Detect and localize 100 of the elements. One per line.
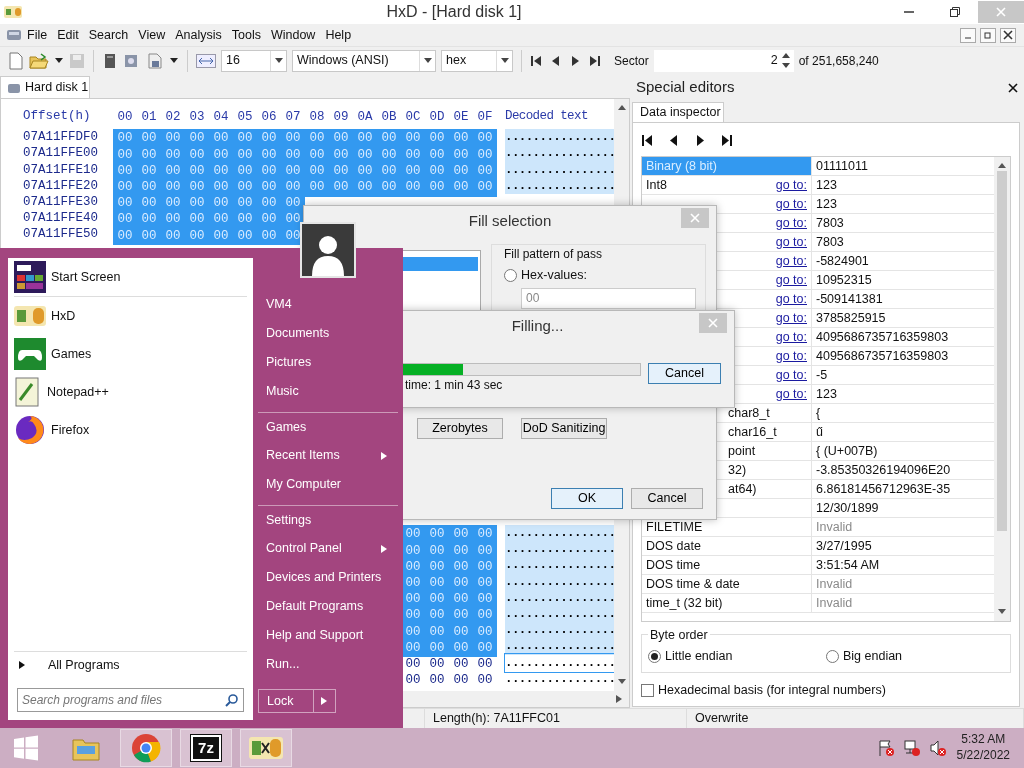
taskbar-app-button[interactable]: 7z: [180, 729, 232, 767]
user-avatar[interactable]: [300, 222, 356, 278]
first-icon[interactable]: [641, 133, 655, 148]
hex-byte[interactable]: 00: [425, 671, 449, 690]
lock-options-button[interactable]: [314, 689, 336, 713]
network-icon[interactable]: [902, 739, 921, 757]
hex-byte[interactable]: 00: [329, 178, 353, 197]
last-icon[interactable]: [719, 133, 733, 148]
preset-button[interactable]: Zerobytes: [417, 418, 503, 439]
vertical-scrollbar[interactable]: [994, 157, 1010, 621]
go-to-link[interactable]: go to:: [775, 365, 807, 385]
start-menu-item[interactable]: Run...: [258, 650, 398, 679]
flag-warning-icon[interactable]: [876, 739, 895, 757]
go-to-link[interactable]: go to:: [775, 251, 807, 271]
program-item[interactable]: Games: [8, 335, 253, 373]
ok-button[interactable]: OK: [551, 488, 623, 509]
speaker-muted-icon[interactable]: [928, 739, 947, 757]
radio-button[interactable]: [504, 268, 517, 282]
decoded-text: ................: [505, 606, 616, 624]
start-menu-item[interactable]: Games: [258, 412, 398, 441]
offset-label: 07A11FFE30: [23, 194, 98, 209]
panel-tab[interactable]: Data inspector: [632, 102, 724, 122]
hex-byte[interactable]: 00: [449, 178, 473, 197]
mdi-minimize-button[interactable]: [960, 27, 976, 43]
close-icon: [996, 7, 1006, 17]
hex-byte[interactable]: 00: [305, 178, 329, 197]
hex-byte[interactable]: 00: [353, 178, 377, 197]
program-item[interactable]: Firefox: [8, 411, 253, 449]
start-menu-item[interactable]: VM4: [258, 290, 398, 319]
go-to-link[interactable]: go to:: [775, 308, 807, 328]
menu-item[interactable]: View: [133, 25, 171, 45]
last-icon[interactable]: [587, 53, 601, 68]
open-folder-icon[interactable]: [29, 51, 49, 70]
radio-button[interactable]: [648, 649, 661, 663]
program-item[interactable]: HxD: [8, 297, 253, 335]
cancel-button[interactable]: Cancel: [631, 488, 703, 509]
clock[interactable]: 5:32 AM 5/22/2022: [956, 732, 1010, 764]
start-menu-item[interactable]: Music: [258, 377, 398, 406]
menu-item[interactable]: Search: [83, 25, 134, 45]
first-icon[interactable]: [530, 53, 544, 68]
hex-byte[interactable]: 00: [401, 671, 425, 690]
document-tab[interactable]: Hard disk 1: [0, 76, 90, 99]
radio-label: Little endian: [665, 648, 733, 665]
field-value: 7803: [816, 214, 844, 232]
charset-dropdown[interactable]: Windows (ANSI): [292, 49, 436, 72]
go-to-link[interactable]: go to:: [775, 289, 807, 309]
all-programs-item[interactable]: All Programs: [8, 652, 253, 678]
go-to-link[interactable]: go to:: [775, 213, 807, 233]
menu-item[interactable]: Analysis: [170, 25, 227, 45]
start-menu-item[interactable]: Recent Items: [258, 441, 398, 470]
cancel-button[interactable]: Cancel: [648, 363, 721, 384]
radio-button[interactable]: [826, 649, 839, 663]
menu-item[interactable]: Tools: [226, 25, 266, 45]
field-label: char16_t: [728, 423, 777, 441]
offset-base-dropdown[interactable]: hex: [441, 49, 513, 72]
start-menu-item[interactable]: My Computer: [258, 470, 398, 499]
offset-label: 07A11FFE20: [23, 178, 98, 193]
program-item[interactable]: Notepad++: [8, 373, 253, 411]
new-file-icon[interactable]: [8, 51, 24, 70]
bytes-per-row-dropdown[interactable]: 16: [221, 49, 287, 72]
app-icon: [249, 735, 283, 761]
menu-item[interactable]: Help: [320, 25, 357, 45]
start-menu-item[interactable]: Settings: [258, 505, 398, 534]
start-menu-item[interactable]: Documents: [258, 319, 398, 348]
program-item[interactable]: Start Screen: [8, 258, 253, 296]
selected-row-highlight[interactable]: Binary (8 bit): [642, 157, 812, 175]
preset-button[interactable]: DoD Sanitizing: [521, 418, 607, 439]
go-to-link[interactable]: go to:: [775, 232, 807, 252]
hex-byte[interactable]: 00: [449, 671, 473, 690]
menu-item[interactable]: Window: [265, 25, 321, 45]
start-menu-item[interactable]: Control Panel: [258, 534, 398, 563]
mdi-close-button[interactable]: [1000, 27, 1016, 43]
column-header: 0E: [453, 109, 469, 127]
remaining-time-text: time: 1 min 43 sec: [405, 378, 503, 392]
column-header: Offset(h): [23, 108, 91, 123]
checkbox[interactable]: [641, 683, 654, 697]
go-to-link[interactable]: go to:: [775, 194, 807, 214]
start-menu-item[interactable]: Devices and Printers: [258, 563, 398, 592]
taskbar-app-button[interactable]: [120, 729, 172, 767]
go-to-link[interactable]: go to:: [775, 346, 807, 366]
go-to-link[interactable]: go to:: [775, 384, 807, 404]
hex-byte[interactable]: 00: [425, 178, 449, 197]
start-menu-item[interactable]: Default Programs: [258, 592, 398, 621]
menu-item[interactable]: File: [22, 25, 53, 45]
sector-spinner[interactable]: 2: [653, 49, 794, 72]
go-to-link[interactable]: go to:: [775, 270, 807, 290]
hex-byte[interactable]: 00: [377, 178, 401, 197]
hex-byte[interactable]: 00: [473, 671, 497, 690]
field-value: {: [816, 404, 821, 422]
start-menu-item[interactable]: Pictures: [258, 348, 398, 377]
hex-byte[interactable]: 00: [473, 178, 497, 197]
go-to-link[interactable]: go to:: [775, 175, 807, 195]
field-label: 32): [728, 461, 747, 479]
taskbar-app-button[interactable]: [240, 729, 292, 767]
lock-button[interactable]: Lock: [258, 689, 314, 713]
menu-item[interactable]: Edit: [52, 25, 84, 45]
offset-label: 07A11FFE50: [23, 227, 98, 242]
go-to-link[interactable]: go to:: [775, 327, 807, 347]
hex-byte[interactable]: 00: [401, 178, 425, 197]
start-menu-item[interactable]: Help and Support: [258, 621, 398, 650]
